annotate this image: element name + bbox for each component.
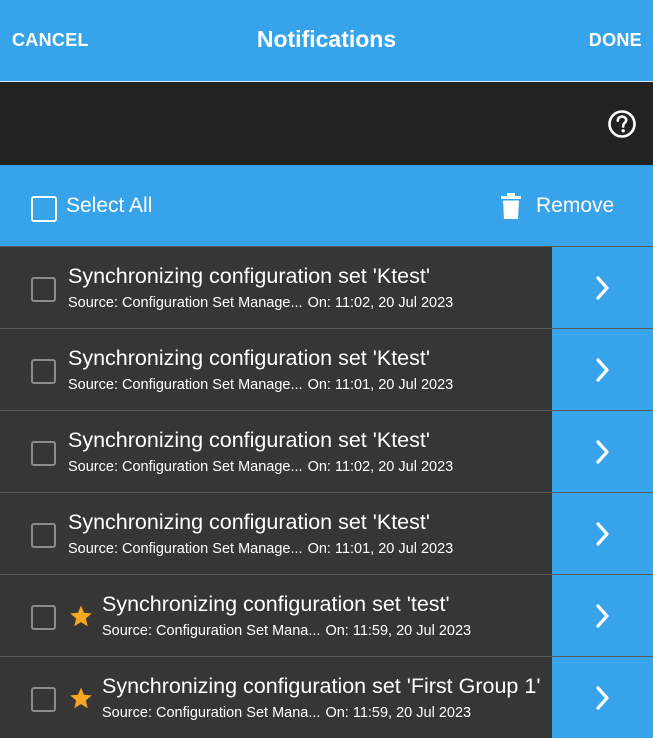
notification-source: Source: Configuration Set Mana...	[102, 705, 321, 721]
row-checkbox[interactable]	[31, 441, 56, 466]
page-title: Notifications	[256, 26, 397, 52]
notification-row[interactable]: Synchronizing configuration set 'test' So…	[0, 574, 653, 656]
notification-source: Source: Configuration Set Mana...	[102, 623, 321, 639]
notification-date: On: 11:01, 20 Jul 2023	[307, 541, 454, 557]
notification-source: Source: Configuration Set Manage...	[68, 295, 303, 311]
notification-title: Synchronizing configuration set 'test'	[102, 592, 450, 616]
notification-meta: Source: Configuration Set Mana... On: 11:…	[102, 705, 471, 721]
notification-source: Source: Configuration Set Manage...	[68, 541, 303, 557]
chevron-right-icon	[596, 358, 609, 382]
chevron-right-icon	[596, 686, 609, 710]
open-notification-button[interactable]	[552, 657, 653, 738]
row-checkbox[interactable]	[31, 277, 56, 302]
open-notification-button[interactable]	[552, 411, 653, 492]
notification-meta: Source: Configuration Set Manage... On: 1…	[68, 541, 453, 557]
notification-meta: Source: Configuration Set Mana... On: 11:…	[102, 623, 471, 639]
row-checkbox[interactable]	[31, 523, 56, 548]
chevron-right-icon	[596, 522, 609, 546]
open-notification-button[interactable]	[552, 329, 653, 410]
notification-row[interactable]: Synchronizing configuration set 'Ktest' S…	[0, 328, 653, 410]
toolbar	[0, 82, 653, 165]
selection-bar: Select All Remove	[0, 165, 653, 246]
notification-date: On: 11:02, 20 Jul 2023	[307, 459, 454, 475]
notification-title: Synchronizing configuration set 'First G…	[102, 674, 541, 698]
notification-title: Synchronizing configuration set 'Ktest'	[68, 428, 430, 452]
notification-row[interactable]: Synchronizing configuration set 'First G…	[0, 656, 653, 738]
app-header: CANCEL Notifications DONE	[0, 0, 653, 81]
help-circle-icon[interactable]	[607, 109, 637, 139]
notification-date: On: 11:02, 20 Jul 2023	[307, 295, 454, 311]
notification-meta: Source: Configuration Set Manage... On: 1…	[68, 459, 453, 475]
notification-list: Synchronizing configuration set 'Ktest' S…	[0, 246, 653, 738]
open-notification-button[interactable]	[552, 247, 653, 328]
chevron-right-icon	[596, 604, 609, 628]
notification-source: Source: Configuration Set Manage...	[68, 459, 303, 475]
trash-icon[interactable]	[500, 193, 522, 219]
notification-meta: Source: Configuration Set Manage... On: 1…	[68, 295, 453, 311]
notification-row[interactable]: Synchronizing configuration set 'Ktest' S…	[0, 410, 653, 492]
open-notification-button[interactable]	[552, 493, 653, 574]
notification-title: Synchronizing configuration set 'Ktest'	[68, 346, 430, 370]
star-icon	[70, 605, 92, 627]
notification-title: Synchronizing configuration set 'Ktest'	[68, 264, 430, 288]
notification-row[interactable]: Synchronizing configuration set 'Ktest' S…	[0, 246, 653, 328]
row-checkbox[interactable]	[31, 687, 56, 712]
chevron-right-icon	[596, 276, 609, 300]
notification-date: On: 11:01, 20 Jul 2023	[307, 377, 454, 393]
select-all-label[interactable]: Select All	[66, 194, 152, 218]
remove-button[interactable]: Remove	[536, 194, 614, 218]
notification-row[interactable]: Synchronizing configuration set 'Ktest' S…	[0, 492, 653, 574]
notification-source: Source: Configuration Set Manage...	[68, 377, 303, 393]
notification-date: On: 11:59, 20 Jul 2023	[325, 623, 472, 639]
done-button[interactable]: DONE	[589, 30, 642, 51]
select-all-checkbox[interactable]	[31, 196, 57, 222]
notification-meta: Source: Configuration Set Manage... On: 1…	[68, 377, 453, 393]
star-icon	[70, 687, 92, 709]
row-checkbox[interactable]	[31, 359, 56, 384]
open-notification-button[interactable]	[552, 575, 653, 656]
row-checkbox[interactable]	[31, 605, 56, 630]
notification-title: Synchronizing configuration set 'Ktest'	[68, 510, 430, 534]
notification-date: On: 11:59, 20 Jul 2023	[325, 705, 472, 721]
chevron-right-icon	[596, 440, 609, 464]
